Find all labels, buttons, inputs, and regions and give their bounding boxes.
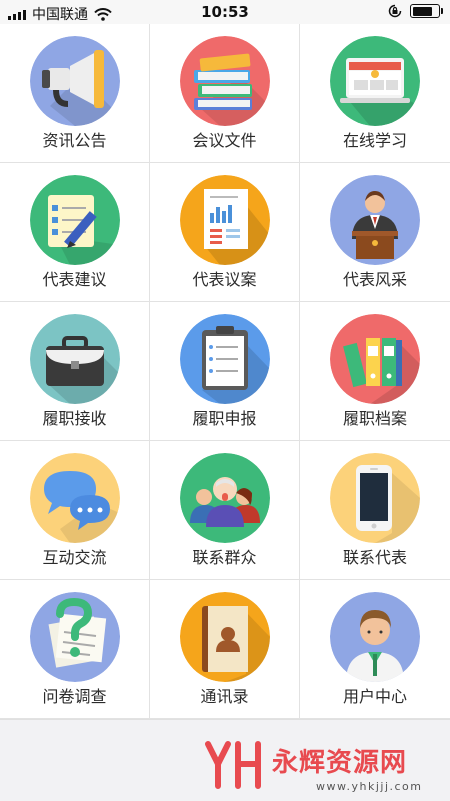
menu-item-label: 代表风采 — [342, 270, 407, 289]
menu-item-suggestions[interactable]: 代表建议 — [0, 163, 150, 302]
speaker-podium-icon — [330, 175, 420, 265]
menu-item-label: 联系群众 — [192, 548, 257, 567]
footer-watermark: 永辉资源网 www.yhkjjj.com — [0, 719, 450, 801]
brand-url: www.yhkjjj.com — [316, 780, 423, 793]
menu-item-label: 履职档案 — [342, 409, 407, 428]
menu-item-online-learning[interactable]: 在线学习 — [300, 24, 450, 163]
questionnaire-icon — [30, 592, 120, 682]
menu-item-meeting-files[interactable]: 会议文件 — [150, 24, 300, 163]
smartphone-icon — [330, 453, 420, 543]
menu-item-label: 用户中心 — [342, 687, 407, 706]
clipboard-icon — [180, 314, 270, 404]
menu-item-duty-archive[interactable]: 履职档案 — [300, 302, 450, 441]
status-right — [388, 4, 443, 18]
menu-item-label: 问卷调查 — [42, 687, 107, 706]
document-chart-icon — [180, 175, 270, 265]
menu-item-duty-declare[interactable]: 履职申报 — [150, 302, 300, 441]
menu-item-contact-representative[interactable]: 联系代表 — [300, 441, 450, 580]
books-icon — [180, 36, 270, 126]
menu-item-label: 代表建议 — [42, 270, 107, 289]
menu-item-duty-receive[interactable]: 履职接收 — [0, 302, 150, 441]
menu-item-label: 履职申报 — [192, 409, 257, 428]
menu-item-survey[interactable]: 问卷调查 — [0, 580, 150, 719]
user-avatar-icon — [330, 592, 420, 682]
menu-item-proposals[interactable]: 代表议案 — [150, 163, 300, 302]
menu-item-address-book[interactable]: 通讯录 — [150, 580, 300, 719]
battery-level — [412, 6, 433, 16]
megaphone-icon — [30, 36, 120, 126]
menu-item-label: 在线学习 — [342, 131, 407, 150]
menu-item-label: 代表议案 — [192, 270, 257, 289]
brand-logo-icon — [205, 741, 261, 789]
status-bar: 中国联通 10:53 — [0, 0, 450, 24]
chat-bubbles-icon — [30, 453, 120, 543]
menu-item-label: 资讯公告 — [42, 131, 107, 150]
menu-item-contact-public[interactable]: 联系群众 — [150, 441, 300, 580]
menu-item-news[interactable]: 资讯公告 — [0, 24, 150, 163]
rotation-lock-icon — [388, 4, 402, 18]
menu-item-representatives[interactable]: 代表风采 — [300, 163, 450, 302]
menu-item-label: 联系代表 — [342, 548, 407, 567]
battery-icon — [410, 4, 443, 18]
binders-icon — [330, 314, 420, 404]
clock-time: 10:53 — [201, 3, 249, 21]
menu-item-label: 会议文件 — [192, 131, 257, 150]
brand-name: 永辉资源网 — [272, 748, 408, 778]
notepad-pencil-icon — [30, 175, 120, 265]
menu-item-label: 互动交流 — [42, 548, 107, 567]
function-grid: 资讯公告 会议文件 在线学习 代表建议 代表议案 代表风采 履职接收 履职申报 … — [0, 24, 450, 719]
menu-item-interaction[interactable]: 互动交流 — [0, 441, 150, 580]
menu-item-label: 通讯录 — [200, 687, 249, 706]
menu-item-label: 履职接收 — [42, 409, 107, 428]
laptop-icon — [330, 36, 420, 126]
menu-item-user-center[interactable]: 用户中心 — [300, 580, 450, 719]
people-group-icon — [180, 453, 270, 543]
briefcase-icon — [30, 314, 120, 404]
address-book-icon — [180, 592, 270, 682]
